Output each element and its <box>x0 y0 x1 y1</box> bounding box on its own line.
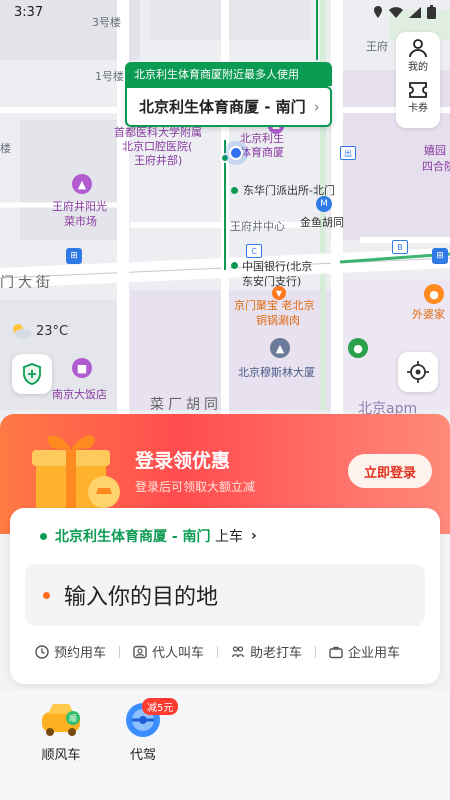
mine-label: 我的 <box>408 62 428 73</box>
map-label-market-b: 菜市场 <box>64 215 97 228</box>
map-label-hospital-c: 王府井部) <box>134 154 183 167</box>
restaurant-pin-icon[interactable]: ● <box>424 284 444 304</box>
map-label-sports-b: 体育商厦 <box>240 146 284 159</box>
carpool-button[interactable]: 顺 顺风车 <box>38 700 84 763</box>
call-for-others-label: 代人叫车 <box>152 646 205 661</box>
destination-input[interactable]: 输入你的目的地 <box>25 564 425 626</box>
map-label-waipojia: 外婆家 <box>412 308 445 321</box>
status-icons <box>373 5 436 19</box>
pickup-selector[interactable]: 北京利生体育商厦 - 南门 上车 › <box>40 526 257 546</box>
destination-placeholder: 输入你的目的地 <box>64 585 219 610</box>
status-time: 3:37 <box>14 4 44 20</box>
divider <box>217 645 219 658</box>
subway-icon: M <box>316 196 332 212</box>
enterprise-ride-label: 企业用车 <box>348 646 401 661</box>
mine-button[interactable]: 我的 <box>408 38 428 73</box>
pickup-bubble[interactable]: 北京利生体育商厦附近最多人使用 北京利生体育商厦 - 南门 › <box>125 62 332 127</box>
reserve-ride-label: 预约用车 <box>54 646 107 661</box>
elderly-ride-label: 助老打车 <box>250 646 303 661</box>
discount-badge: 减5元 <box>142 698 179 715</box>
map-label-jinyu: 金鱼胡同 <box>300 216 344 229</box>
promo-title: 登录领优惠 <box>135 450 231 472</box>
crosshair-icon <box>407 361 429 383</box>
pickup-location-button[interactable]: 北京利生体育商厦 - 南门 › <box>125 86 332 127</box>
weather-widget: 23°C <box>10 322 68 340</box>
chevron-right-icon: › <box>251 528 257 544</box>
gift-box-icon <box>32 435 120 514</box>
chevron-right-icon: › <box>313 97 320 116</box>
reserve-ride-button[interactable]: 预约用车 <box>35 642 106 661</box>
pickup-suffix: 上车 <box>215 529 244 545</box>
locate-me-button[interactable] <box>398 352 438 392</box>
wifi-icon <box>389 6 403 18</box>
map-label-lou: 楼 <box>0 142 11 155</box>
current-location-dot-icon <box>229 146 243 160</box>
coupons-button[interactable]: 卡券 <box>408 81 428 114</box>
map-label-dengshi-a: 嬉园 <box>424 144 446 157</box>
hotel-pin-icon[interactable]: ■ <box>72 358 92 378</box>
map-label-bldg1: 1号楼 <box>95 70 124 83</box>
designated-driver-button[interactable]: 代驾 减5元 <box>120 698 179 763</box>
map-label-street: 门大街 <box>0 275 54 291</box>
alt-pickup-dot-icon-2[interactable] <box>231 262 238 269</box>
map-label-wfj-center: 王府井中心 <box>230 220 285 233</box>
safety-shield-button[interactable] <box>12 354 52 394</box>
carpool-label: 顺风车 <box>41 748 81 763</box>
park-pin-icon[interactable]: ● <box>348 338 368 358</box>
id-card-icon <box>133 645 147 658</box>
market-pin-icon[interactable]: ▲ <box>72 174 92 194</box>
exit-sign-icon: 出 <box>340 146 356 160</box>
status-bar: 3:37 <box>0 0 450 24</box>
map-label-market-a: 王府井阳光 <box>52 200 107 213</box>
user-icon <box>409 39 427 58</box>
quick-actions: 预约用车 代人叫车 助老打车 企业用车 <box>35 642 400 661</box>
pickup-bubble-name: 北京利生体育商厦 - 南门 <box>139 98 306 116</box>
map-label-nanjing: 南京大饭店 <box>52 388 107 401</box>
alt-pickup-dot-icon[interactable] <box>231 187 238 194</box>
c-exit-sign-icon: C <box>246 244 262 258</box>
pickup-name: 北京利生体育商厦 - 南门 <box>55 529 211 545</box>
briefcase-icon <box>329 646 343 658</box>
services-row: 顺 顺风车 代驾 减5元 <box>0 690 450 800</box>
map-label-mosque: 北京穆斯林大厦 <box>238 366 315 379</box>
divider <box>119 645 121 658</box>
map-label-lane: 菜厂胡同 <box>150 397 222 413</box>
selected-restaurant-icon[interactable]: ▼ <box>272 286 286 300</box>
map-label-jingmen-b: 铜锅涮肉 <box>256 314 300 327</box>
clock-icon <box>35 644 49 659</box>
b-exit-sign-icon: B <box>392 240 408 254</box>
side-panel: 我的 卡券 <box>396 32 440 128</box>
login-now-button[interactable]: 立即登录 <box>348 454 432 488</box>
bus-stop-icon[interactable]: ⊞ <box>66 248 82 264</box>
designated-driver-label: 代驾 <box>129 748 156 763</box>
map-label-wangfu: 王府 <box>366 40 388 53</box>
map-label-jingmen-a: 京门聚宝 老北京 <box>234 299 315 312</box>
pickup-hint: 北京利生体育商厦附近最多人使用 <box>125 62 332 86</box>
weather-temp: 23°C <box>36 323 69 339</box>
map-label-bank-a: 中国银行(北京 <box>242 260 313 273</box>
destination-dot-icon <box>43 591 50 599</box>
call-for-others-button[interactable]: 代人叫车 <box>133 642 204 661</box>
svg-text:顺: 顺 <box>69 714 77 723</box>
elderly-icon <box>231 645 245 657</box>
signal-icon <box>409 6 421 18</box>
coupons-label: 卡券 <box>408 103 428 114</box>
booking-card: 北京利生体育商厦 - 南门 上车 › 输入你的目的地 预约用车 代人叫车 助老打… <box>10 508 440 684</box>
ticket-icon <box>409 82 427 98</box>
mosque-pin-icon[interactable]: ▲ <box>270 338 290 358</box>
location-icon <box>374 6 382 18</box>
pickup-dot-icon <box>40 532 47 540</box>
map-label-bank-b: 东安门支行) <box>242 275 302 288</box>
bus-stop-icon-right[interactable]: ⊞ <box>432 248 448 264</box>
elderly-ride-button[interactable]: 助老打车 <box>231 642 302 661</box>
map-label-dengshi-b: 四合院 <box>422 160 450 173</box>
enterprise-ride-button[interactable]: 企业用车 <box>329 642 400 661</box>
carpool-car-icon: 顺 <box>42 704 80 736</box>
partly-cloudy-icon <box>13 324 31 339</box>
shield-icon <box>23 363 41 385</box>
divider <box>315 645 317 658</box>
promo-subtitle: 登录后可领取大额立减 <box>135 480 256 494</box>
battery-icon <box>427 5 436 19</box>
